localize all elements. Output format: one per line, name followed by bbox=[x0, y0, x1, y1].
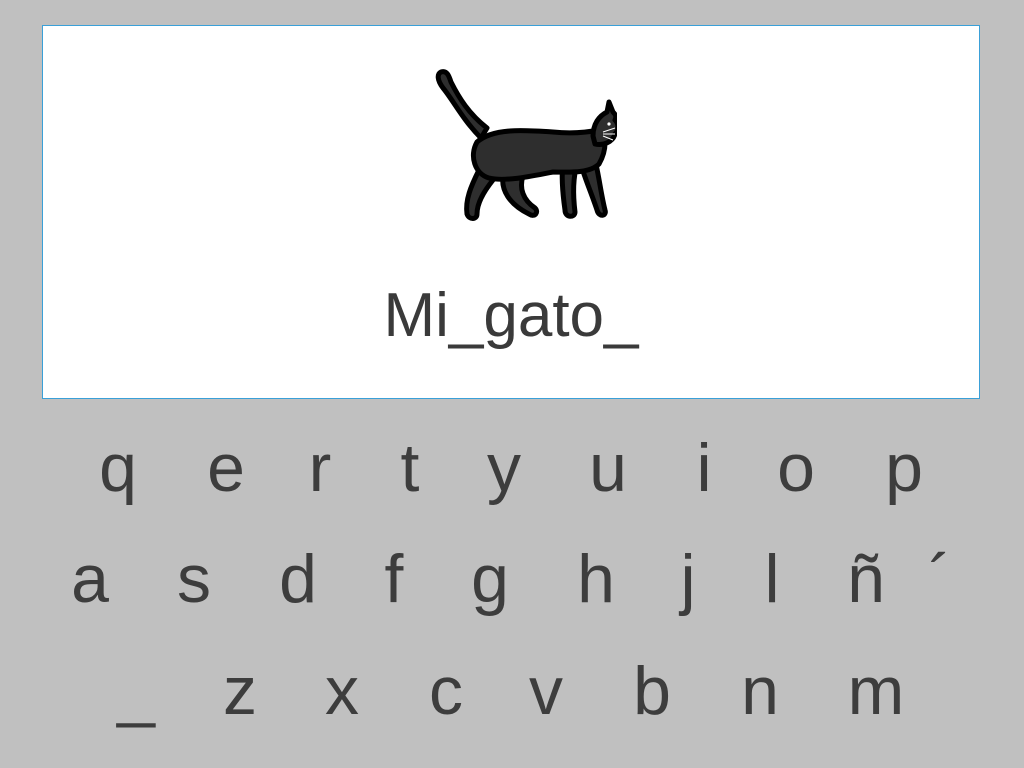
key-e[interactable]: e bbox=[207, 428, 245, 508]
key-s[interactable]: s bbox=[177, 539, 211, 619]
key-a[interactable]: a bbox=[71, 539, 109, 619]
key-f[interactable]: f bbox=[379, 539, 409, 619]
word-card: Mi_gato_ bbox=[42, 25, 980, 399]
key-v[interactable]: v bbox=[529, 651, 563, 731]
key-g[interactable]: g bbox=[471, 539, 509, 619]
key-i[interactable]: i bbox=[689, 428, 719, 508]
key-b[interactable]: b bbox=[633, 651, 671, 731]
key-m[interactable]: m bbox=[848, 651, 905, 731]
key-j[interactable]: j bbox=[673, 539, 703, 619]
target-phrase: Mi_gato_ bbox=[383, 281, 639, 350]
key-h[interactable]: h bbox=[577, 539, 615, 619]
key-x[interactable]: x bbox=[325, 651, 359, 731]
key-r[interactable]: r bbox=[305, 428, 335, 508]
key-underscore[interactable]: _ bbox=[117, 651, 155, 731]
key-acute-accent[interactable]: ´ bbox=[925, 539, 955, 619]
key-p[interactable]: p bbox=[885, 428, 923, 508]
key-u[interactable]: u bbox=[589, 428, 627, 508]
key-n[interactable]: n bbox=[741, 651, 779, 731]
key-q[interactable]: q bbox=[99, 428, 137, 508]
key-o[interactable]: o bbox=[777, 428, 815, 508]
key-y[interactable]: y bbox=[487, 428, 521, 508]
key-d[interactable]: d bbox=[279, 539, 317, 619]
key-l[interactable]: l bbox=[757, 539, 787, 619]
key-c[interactable]: c bbox=[429, 651, 463, 731]
key-n-tilde[interactable]: ñ bbox=[847, 539, 885, 619]
black-cat-icon bbox=[435, 69, 617, 221]
key-t[interactable]: t bbox=[395, 428, 425, 508]
key-z[interactable]: z bbox=[223, 651, 257, 731]
